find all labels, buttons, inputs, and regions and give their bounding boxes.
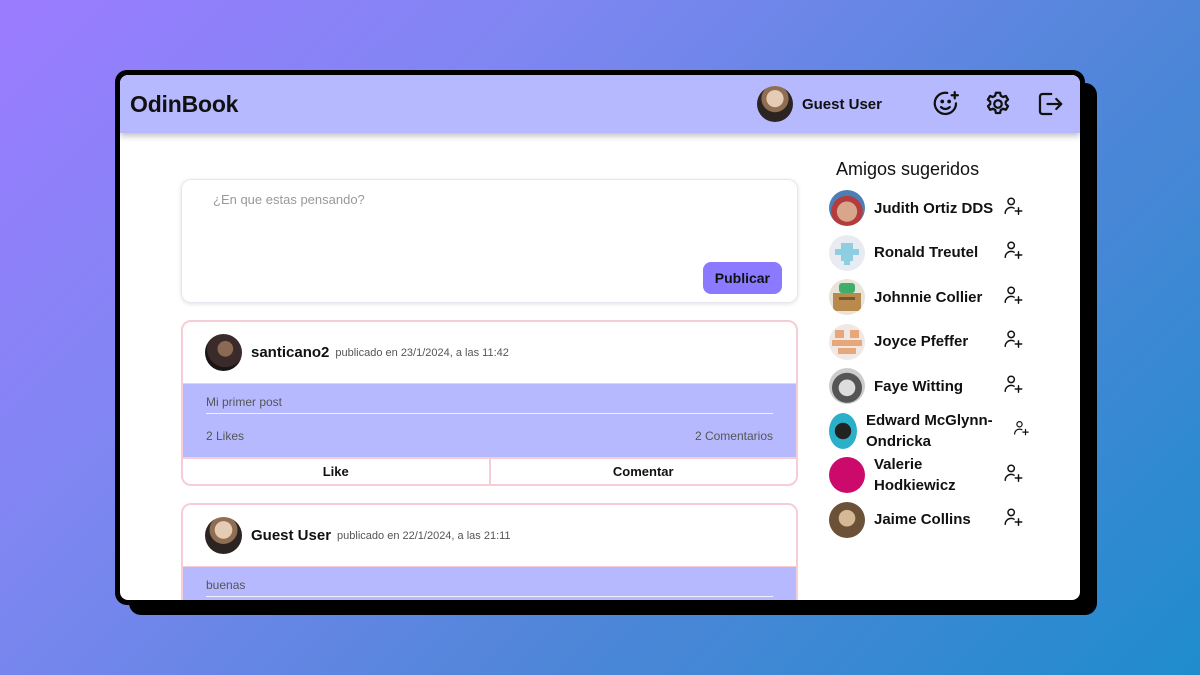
post-author[interactable]: Guest User (251, 527, 331, 544)
friend-name[interactable]: Edward McGlynn-Ondricka (866, 410, 1012, 452)
brand-logo[interactable]: OdinBook (130, 91, 238, 118)
feed: Publicar santicano2 publicado en 23/1/20… (181, 179, 798, 600)
add-friend-icon[interactable] (1002, 284, 1024, 311)
avatar[interactable] (829, 412, 857, 449)
add-friend-icon[interactable] (1002, 195, 1024, 222)
comments-count[interactable]: 2 Comentarios (695, 429, 773, 443)
post-card: santicano2 publicado en 23/1/2024, a las… (181, 320, 798, 486)
avatar[interactable] (829, 501, 865, 538)
friend-name[interactable]: Judith Ortiz DDS (874, 198, 1002, 219)
post-body: Mi primer post 2 Likes 2 Comentarios (183, 383, 796, 457)
app-window: OdinBook Guest User ¿En que estas pensan… (115, 70, 1085, 605)
logout-icon[interactable] (1032, 86, 1068, 122)
add-friend-icon[interactable] (1012, 419, 1030, 442)
post-composer: Publicar (181, 179, 798, 303)
publish-button[interactable]: Publicar (702, 262, 782, 294)
current-user[interactable]: Guest User (756, 86, 882, 122)
like-button[interactable]: Like (183, 459, 489, 484)
friend-item: Faye Witting (829, 364, 1044, 409)
sidebar-title: Amigos sugeridos (836, 159, 980, 179)
likes-count[interactable]: 2 Likes (206, 429, 244, 443)
post-stats: 2 Likes 2 Comentarios (206, 414, 773, 457)
friend-name[interactable]: Faye Witting (874, 376, 1002, 397)
avatar[interactable] (829, 368, 865, 405)
post-text: buenas (206, 578, 773, 597)
avatar[interactable] (205, 517, 242, 554)
avatar[interactable] (829, 234, 865, 271)
avatar[interactable] (829, 323, 865, 360)
post-header: Guest User publicado en 22/1/2024, a las… (183, 505, 796, 566)
avatar[interactable] (829, 279, 865, 316)
friend-item: Joyce Pfeffer (829, 320, 1044, 365)
post-text: Mi primer post (206, 395, 773, 414)
friend-name[interactable]: Valerie Hodkiewicz (874, 454, 1002, 496)
top-navbar: OdinBook Guest User (120, 75, 1080, 133)
settings-gear-icon[interactable] (980, 86, 1016, 122)
post-actions: Like Comentar (183, 457, 796, 484)
friend-item: Judith Ortiz DDS (829, 186, 1044, 231)
friend-item: Jaime Collins (829, 498, 1044, 543)
friend-item: Ronald Treutel (829, 231, 1044, 276)
friend-name[interactable]: Jaime Collins (874, 509, 1002, 530)
avatar[interactable] (829, 457, 865, 494)
user-name: Guest User (801, 95, 882, 113)
friend-name[interactable]: Ronald Treutel (874, 242, 1002, 263)
add-friend-icon[interactable] (1002, 239, 1024, 266)
friend-name[interactable]: Johnnie Collier (874, 287, 1002, 308)
add-emoji-icon[interactable] (928, 86, 964, 122)
post-date: publicado en 22/1/2024, a las 21:11 (337, 529, 511, 542)
comment-button[interactable]: Comentar (488, 459, 797, 484)
add-friend-icon[interactable] (1002, 328, 1024, 355)
post-author[interactable]: santicano2 (251, 344, 329, 361)
post-header: santicano2 publicado en 23/1/2024, a las… (183, 322, 796, 383)
post-input[interactable] (213, 192, 733, 207)
post-body: buenas (183, 566, 796, 600)
friend-name[interactable]: Joyce Pfeffer (874, 331, 1002, 352)
main-content: Publicar santicano2 publicado en 23/1/20… (120, 133, 1080, 600)
avatar[interactable] (205, 334, 242, 371)
add-friend-icon[interactable] (1002, 506, 1024, 533)
app-screen: OdinBook Guest User ¿En que estas pensan… (120, 75, 1080, 600)
friend-item: Johnnie Collier (829, 275, 1044, 320)
avatar (756, 86, 793, 122)
friend-item: Edward McGlynn-Ondricka (829, 409, 1044, 454)
suggested-friends: Amigos sugeridos Judith Ortiz DDS Ronald… (829, 159, 1044, 600)
add-friend-icon[interactable] (1002, 373, 1024, 400)
add-friend-icon[interactable] (1002, 462, 1024, 489)
post-date: publicado en 23/1/2024, a las 11:42 (335, 346, 509, 359)
friend-item: Valerie Hodkiewicz (829, 453, 1044, 498)
avatar[interactable] (829, 190, 865, 227)
post-card: Guest User publicado en 22/1/2024, a las… (181, 503, 798, 600)
